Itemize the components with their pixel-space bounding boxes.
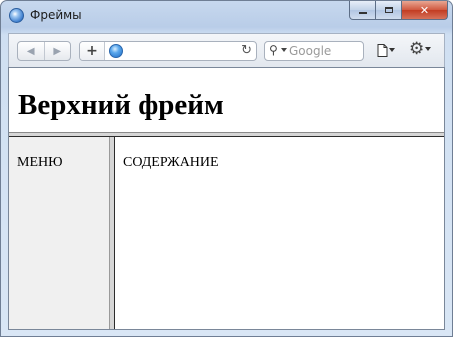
window-title: Фреймы — [30, 8, 82, 22]
back-button[interactable]: ◀ — [18, 42, 44, 60]
settings-button[interactable]: ⚙ — [409, 39, 432, 59]
close-icon: ✕ — [419, 3, 430, 17]
page-icon — [377, 43, 388, 57]
reload-icon[interactable]: ↻ — [241, 43, 252, 58]
minimize-button[interactable] — [349, 1, 376, 20]
chevron-down-icon — [389, 48, 395, 52]
plus-icon: + — [86, 43, 98, 59]
content-frame-text: СОДЕРЖАНИЕ — [123, 155, 219, 170]
navigation-buttons: ◀ ▶ — [17, 41, 71, 61]
search-icon[interactable]: ⚲ — [269, 43, 278, 57]
close-button[interactable]: ✕ — [402, 1, 448, 20]
menu-frame: МЕНЮ — [9, 137, 109, 329]
address-bar[interactable]: + ↻ — [79, 41, 257, 61]
maximize-icon — [384, 7, 393, 13]
window-controls: ✕ — [349, 1, 448, 21]
chevron-down-icon — [281, 48, 287, 52]
minimize-icon — [358, 12, 367, 14]
top-frame: Верхний фрейм — [9, 68, 444, 132]
browser-window: Фреймы ✕ ◀ ▶ + ↻ ⚲ Google ⚙ Верхний фрей… — [0, 0, 453, 337]
top-frame-heading: Верхний фрейм — [18, 89, 224, 121]
forward-button[interactable]: ▶ — [43, 42, 71, 60]
add-button[interactable]: + — [80, 42, 105, 60]
menu-frame-text: МЕНЮ — [17, 155, 63, 170]
globe-icon — [109, 44, 123, 58]
search-box[interactable]: ⚲ — [264, 41, 364, 61]
gear-icon: ⚙ — [409, 39, 425, 59]
browser-globe-icon — [9, 8, 24, 23]
maximize-button[interactable] — [376, 1, 402, 20]
back-arrow-icon: ◀ — [26, 45, 35, 57]
title-bar[interactable]: Фреймы ✕ — [1, 1, 452, 31]
page-menu-button[interactable] — [377, 42, 395, 58]
browser-toolbar: ◀ ▶ + ↻ ⚲ ⚙ — [8, 33, 445, 67]
search-input[interactable] — [289, 42, 361, 60]
page-content: Верхний фрейм МЕНЮ СОДЕРЖАНИЕ — [8, 67, 445, 330]
chevron-down-icon — [425, 47, 432, 51]
content-frame: СОДЕРЖАНИЕ — [115, 137, 444, 329]
forward-arrow-icon: ▶ — [53, 45, 62, 57]
